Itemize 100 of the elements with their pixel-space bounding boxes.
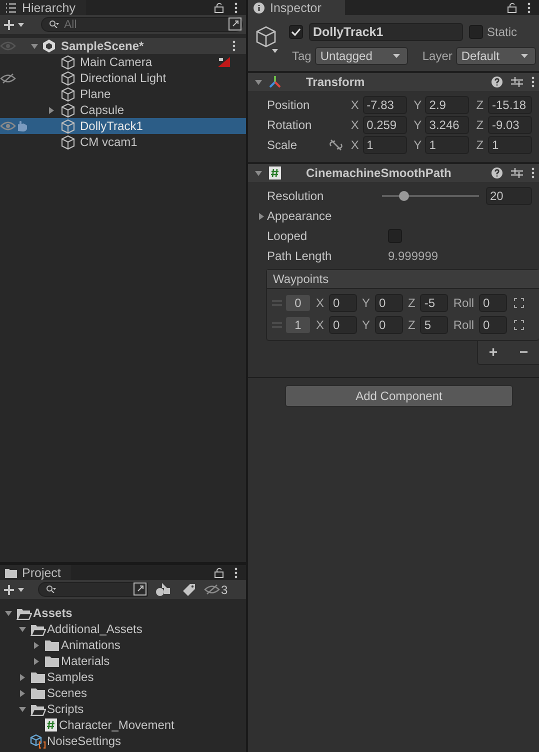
hierarchy-item[interactable]: Main Camera xyxy=(0,54,246,70)
menu-icon[interactable] xyxy=(531,76,535,88)
slider-thumb[interactable] xyxy=(399,191,410,201)
property-label: Scale xyxy=(267,138,298,152)
folder-icon xyxy=(30,686,46,700)
hierarchy-item[interactable]: Plane xyxy=(0,86,246,102)
folder-item[interactable]: Animations xyxy=(0,637,246,653)
search-field[interactable] xyxy=(38,582,148,597)
folder-item[interactable]: Assets xyxy=(0,605,246,621)
hidden-packages-button[interactable]: 3 xyxy=(203,582,229,596)
drag-handle-icon[interactable] xyxy=(272,300,282,306)
axis-label: Y xyxy=(362,296,370,310)
caret-icon[interactable] xyxy=(18,688,26,698)
number-field[interactable]: 1 xyxy=(362,136,407,154)
menu-icon[interactable] xyxy=(234,2,238,14)
tag-icon[interactable] xyxy=(182,582,196,596)
list-button[interactable]: − xyxy=(515,344,532,360)
axis-label: X xyxy=(316,318,324,332)
number-field[interactable]: 0 xyxy=(479,294,508,312)
help-icon[interactable] xyxy=(491,167,503,179)
shapes-icon[interactable] xyxy=(155,582,171,596)
lock-icon[interactable] xyxy=(214,2,224,13)
folder-item[interactable]: Materials xyxy=(0,653,246,669)
create-button[interactable] xyxy=(3,584,25,596)
expand-icon[interactable] xyxy=(514,298,524,308)
hierarchy-item[interactable]: CM vcam1 xyxy=(0,134,246,150)
help-icon[interactable] xyxy=(491,76,503,88)
property-label: Path Length xyxy=(267,249,333,263)
tag-dropdown[interactable]: Untagged xyxy=(315,47,408,65)
caret-icon[interactable] xyxy=(18,704,26,714)
number-field[interactable]: 0 xyxy=(479,316,508,334)
list-button[interactable]: + xyxy=(484,344,502,360)
index-field[interactable]: 0 xyxy=(286,295,310,311)
number-field[interactable]: 1 xyxy=(425,136,470,154)
component-header[interactable]: Transform xyxy=(248,72,539,91)
caret-icon[interactable] xyxy=(46,106,56,114)
link-icon[interactable] xyxy=(329,139,344,151)
add-component-button[interactable]: Add Component xyxy=(285,385,513,407)
lock-icon[interactable] xyxy=(214,567,224,578)
menu-icon[interactable] xyxy=(527,2,531,14)
number-field[interactable]: 1 xyxy=(488,136,532,154)
number-field[interactable]: 20 xyxy=(486,187,532,205)
component-header[interactable]: CinemachineSmoothPath xyxy=(248,163,539,182)
caret-icon[interactable] xyxy=(4,608,12,618)
search-icon xyxy=(46,585,56,593)
presets-icon[interactable] xyxy=(511,167,523,179)
folder-item[interactable]: Scenes xyxy=(0,685,246,701)
number-field[interactable]: -7.83 xyxy=(362,96,407,114)
drag-handle-icon[interactable] xyxy=(272,322,282,328)
scene-row[interactable]: SampleScene* xyxy=(0,38,246,54)
name-field[interactable]: DollyTrack1 xyxy=(309,23,463,41)
script-icon xyxy=(44,718,58,732)
caret-icon xyxy=(392,53,402,59)
list-header[interactable]: Waypoints xyxy=(267,270,539,289)
number-field[interactable]: 0 xyxy=(329,316,358,334)
caret-icon xyxy=(257,212,266,220)
caret-icon[interactable] xyxy=(32,640,40,650)
number-field[interactable]: 2.9 xyxy=(425,96,470,114)
presets-icon[interactable] xyxy=(511,76,523,88)
number-field[interactable]: 0 xyxy=(375,316,404,334)
expand-icon[interactable] xyxy=(514,320,524,330)
caret-icon[interactable] xyxy=(32,656,40,666)
foldout[interactable]: Appearance xyxy=(257,209,332,223)
checkbox[interactable] xyxy=(289,25,303,39)
axis-label: X xyxy=(316,296,324,310)
panel-tab[interactable]: Inspector xyxy=(248,0,346,15)
hierarchy-item[interactable]: Directional Light xyxy=(0,70,246,86)
number-field[interactable]: -5 xyxy=(420,294,448,312)
hidden-eye-icon[interactable] xyxy=(0,72,16,84)
axis-label: Y xyxy=(362,318,370,332)
layer-dropdown[interactable]: Default xyxy=(456,47,536,65)
menu-icon[interactable] xyxy=(531,167,535,179)
menu-icon[interactable] xyxy=(232,40,236,52)
lock-icon[interactable] xyxy=(507,2,517,13)
search-field[interactable]: All xyxy=(41,17,243,32)
number-field[interactable]: 0 xyxy=(329,294,358,312)
menu-icon[interactable] xyxy=(234,566,238,578)
asset-item[interactable]: NoiseSettings xyxy=(0,733,246,749)
panel-tab[interactable]: Hierarchy xyxy=(0,0,86,15)
axis-label: Z xyxy=(408,318,416,332)
number-field[interactable]: 3.246 xyxy=(425,116,470,134)
checkbox[interactable] xyxy=(469,25,483,39)
popout-icon[interactable] xyxy=(228,17,242,31)
number-field[interactable]: 0.259 xyxy=(362,116,407,134)
popout-icon[interactable] xyxy=(133,582,147,596)
caret-icon[interactable] xyxy=(18,672,26,682)
number-field[interactable]: 0 xyxy=(375,294,404,312)
number-field[interactable]: -15.18 xyxy=(488,96,532,114)
number-field[interactable]: -9.03 xyxy=(488,116,532,134)
folder-item[interactable]: Scripts xyxy=(0,701,246,717)
number-field[interactable]: 5 xyxy=(420,316,448,334)
asset-item[interactable]: Character_Movement xyxy=(0,717,246,733)
create-button[interactable] xyxy=(3,18,25,30)
panel-tab[interactable]: Project xyxy=(0,565,71,580)
axis-label: Z xyxy=(408,296,416,310)
caret-icon[interactable] xyxy=(18,624,26,634)
folder-item[interactable]: Additional_Assets xyxy=(0,621,246,637)
index-field[interactable]: 1 xyxy=(286,317,310,333)
folder-item[interactable]: Samples xyxy=(0,669,246,685)
hierarchy-item[interactable]: Capsule xyxy=(0,102,246,118)
